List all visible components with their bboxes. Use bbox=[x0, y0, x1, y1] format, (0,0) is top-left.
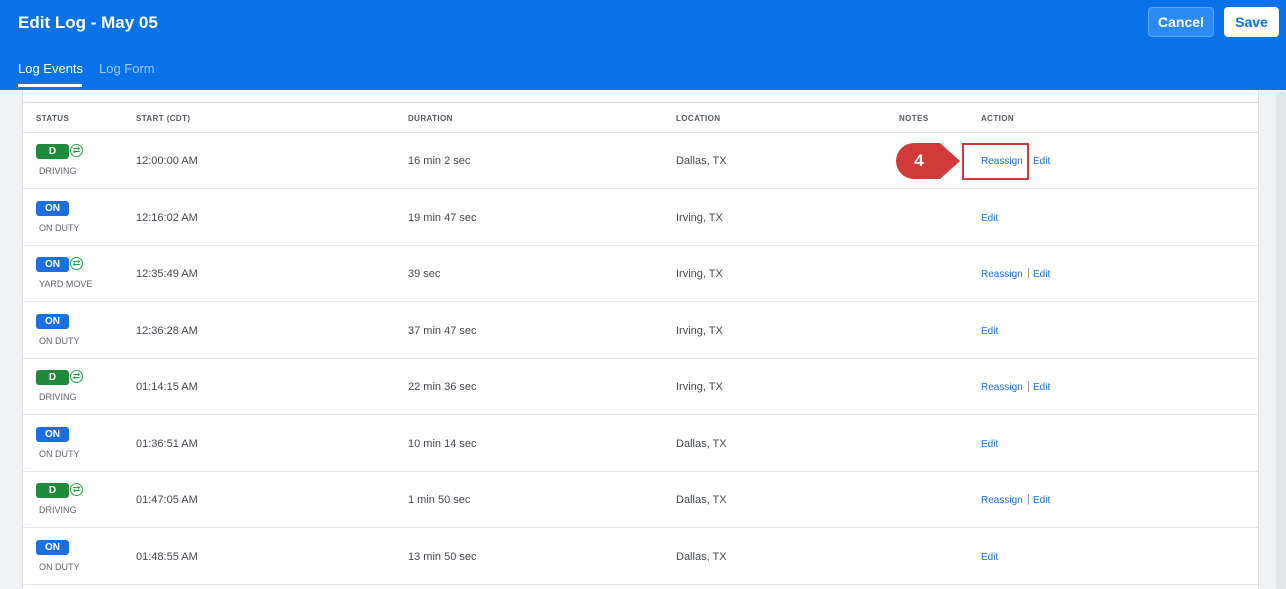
table-row: ON ⇄ YARD MOVE 12:35:49 AM 39 sec Irving, TX R… bbox=[23, 246, 1258, 302]
reassign-highlight-box bbox=[962, 143, 1029, 180]
scrollbar-thumb[interactable] bbox=[1276, 92, 1286, 589]
table-row: D ⇄ DRIVING 12:00:00 AM 16 min 2 sec Dallas, … bbox=[23, 133, 1258, 189]
status-badge: ON bbox=[36, 426, 69, 442]
swap-arrows-icon: ⇄ bbox=[70, 144, 83, 157]
duration: 1 min 50 sec bbox=[408, 494, 471, 506]
page-title: Edit Log - May 05 bbox=[18, 13, 158, 32]
swap-arrows-icon: ⇄ bbox=[70, 370, 83, 383]
start-time: 12:16:02 AM bbox=[136, 211, 198, 224]
status-label: ON DUTY bbox=[39, 448, 80, 459]
edit-link[interactable]: Edit bbox=[1033, 382, 1050, 393]
status-label: ON DUTY bbox=[39, 561, 80, 572]
duration: 37 min 47 sec bbox=[408, 324, 477, 337]
edit-link[interactable]: Edit bbox=[1033, 156, 1050, 167]
duration: 10 min 14 sec bbox=[408, 437, 477, 450]
edit-link[interactable]: Edit bbox=[981, 439, 998, 450]
active-tab-indicator bbox=[18, 84, 82, 87]
start-time: 12:35:49 AM bbox=[136, 268, 198, 280]
table-row: ON ON DUTY 12:36:28 AM 37 min 47 sec Irving,… bbox=[23, 303, 1258, 359]
cancel-button[interactable]: Cancel bbox=[1148, 7, 1214, 37]
start-time: 01:47:05 AM bbox=[136, 494, 198, 506]
edit-link[interactable]: Edit bbox=[981, 552, 998, 563]
table-row: D ⇄ DRIVING 01:14:15 AM 22 min 36 sec Irving,… bbox=[23, 359, 1258, 415]
status-label: ON DUTY bbox=[39, 222, 80, 233]
callout-number: 4 bbox=[914, 151, 924, 170]
start-time: 12:36:28 AM bbox=[136, 324, 198, 337]
location: Irving, TX bbox=[676, 268, 723, 280]
table-row: ON ON DUTY 01:36:51 AM 10 min 14 sec Dallas,… bbox=[23, 416, 1258, 472]
reassign-link[interactable]: Reassign bbox=[981, 269, 1023, 280]
step-callout: 4 bbox=[896, 143, 960, 179]
status-label: DRIVING bbox=[39, 166, 77, 176]
link-separator: | bbox=[1027, 493, 1030, 505]
log-events-table: STATUS START (CDT) DURATION LOCATION NOT… bbox=[22, 90, 1259, 589]
start-time: 01:14:15 AM bbox=[136, 381, 198, 393]
status-badge: D bbox=[36, 144, 69, 159]
table-row: D ⇄ DRIVING 01:47:05 AM 1 min 50 sec Dallas, … bbox=[23, 472, 1258, 528]
edit-link[interactable]: Edit bbox=[981, 326, 998, 337]
status-badge: D bbox=[36, 483, 69, 498]
duration: 39 sec bbox=[408, 268, 441, 280]
status-badge: ON bbox=[36, 200, 69, 216]
reassign-link[interactable]: Reassign bbox=[981, 495, 1023, 506]
table-row: ON ON DUTY 01:48:55 AM 13 min 50 sec Dallas,… bbox=[23, 529, 1258, 585]
status-badge: ON bbox=[36, 313, 69, 329]
location: Dallas, TX bbox=[676, 437, 727, 450]
column-header-status: STATUS bbox=[36, 114, 70, 123]
status-label: ON DUTY bbox=[39, 335, 80, 346]
location: Dallas, TX bbox=[676, 494, 727, 506]
location: Dallas, TX bbox=[676, 550, 727, 563]
location: Irving, TX bbox=[676, 211, 723, 224]
app-header: Edit Log - May 05 Cancel Save Log Events… bbox=[0, 0, 1286, 90]
reassign-link[interactable]: Reassign bbox=[981, 382, 1023, 393]
edit-link[interactable]: Edit bbox=[1033, 495, 1050, 506]
duration: 13 min 50 sec bbox=[408, 550, 477, 563]
column-header-duration: DURATION bbox=[408, 114, 453, 123]
status-label: YARD MOVE bbox=[39, 279, 93, 289]
save-button[interactable]: Save bbox=[1224, 7, 1279, 37]
column-header-location: LOCATION bbox=[676, 114, 721, 123]
location: Dallas, TX bbox=[676, 155, 727, 167]
edit-link[interactable]: Edit bbox=[981, 213, 998, 224]
duration: 16 min 2 sec bbox=[408, 155, 471, 167]
column-header-notes: NOTES bbox=[899, 114, 929, 123]
edit-link[interactable]: Edit bbox=[1033, 269, 1050, 280]
tab-log-events[interactable]: Log Events bbox=[18, 61, 83, 76]
tab-log-form[interactable]: Log Form bbox=[99, 61, 155, 76]
start-time: 12:00:00 AM bbox=[136, 155, 198, 167]
duration: 22 min 36 sec bbox=[408, 381, 477, 393]
start-time: 01:36:51 AM bbox=[136, 437, 198, 450]
link-separator: | bbox=[1027, 380, 1030, 392]
status-badge: ON bbox=[36, 539, 69, 555]
status-badge: ON bbox=[36, 257, 69, 272]
status-label: DRIVING bbox=[39, 505, 77, 515]
link-separator: | bbox=[1027, 267, 1030, 279]
start-time: 01:48:55 AM bbox=[136, 550, 198, 563]
swap-arrows-icon: ⇄ bbox=[70, 483, 83, 496]
status-label: DRIVING bbox=[39, 392, 77, 402]
status-badge: D bbox=[36, 370, 69, 385]
location: Irving, TX bbox=[676, 381, 723, 393]
duration: 19 min 47 sec bbox=[408, 211, 477, 224]
column-header-action: ACTION bbox=[981, 114, 1015, 123]
location: Irving, TX bbox=[676, 324, 723, 337]
divider bbox=[23, 102, 1258, 103]
column-header-start: START (CDT) bbox=[136, 114, 191, 123]
table-row: ON ON DUTY 12:16:02 AM 19 min 47 sec Irving,… bbox=[23, 190, 1258, 246]
swap-arrows-icon: ⇄ bbox=[70, 257, 83, 270]
